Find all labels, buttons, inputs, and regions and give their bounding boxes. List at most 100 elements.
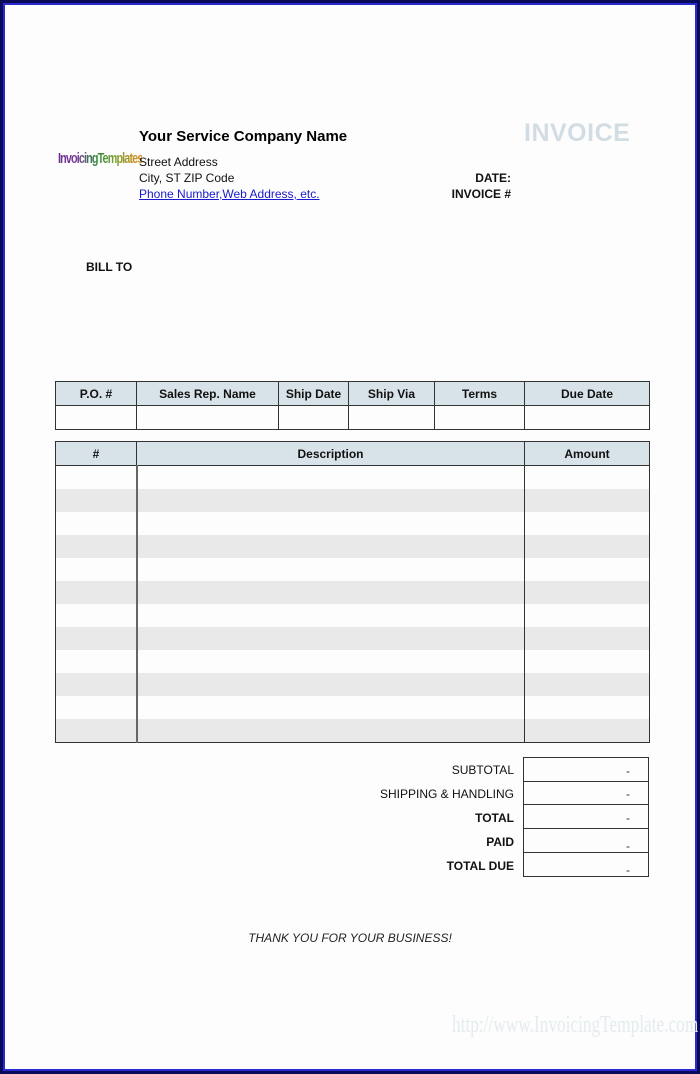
column-header-number: # bbox=[55, 441, 137, 466]
item-amount-cell[interactable] bbox=[524, 489, 650, 512]
total-row-total-due: TOTAL DUE - bbox=[330, 853, 649, 877]
order-header-row: P.O. # Sales Rep. Name Ship Date Ship Vi… bbox=[55, 381, 650, 406]
total-label: TOTAL DUE bbox=[446, 859, 514, 873]
table-row bbox=[55, 535, 650, 558]
total-row-shipping-handling: SHIPPING & HANDLING - bbox=[330, 781, 649, 805]
item-amount-cell[interactable] bbox=[524, 604, 650, 627]
total-value: - bbox=[626, 787, 630, 801]
thank-you-message: THANK YOU FOR YOUR BUSINESS! bbox=[248, 931, 452, 945]
column-header-amount: Amount bbox=[524, 441, 650, 466]
bill-to-value[interactable] bbox=[86, 280, 386, 360]
column-header-ship-date: Ship Date bbox=[278, 381, 349, 406]
company-logo: InvoicingTemplates bbox=[58, 150, 143, 167]
table-row bbox=[55, 650, 650, 673]
item-number-cell[interactable] bbox=[55, 465, 137, 489]
watermark: http://www.InvoicingTemplate.com bbox=[452, 1012, 699, 1038]
item-description-cell[interactable] bbox=[135, 581, 525, 604]
total-value-box[interactable]: - bbox=[523, 829, 649, 853]
table-row bbox=[55, 696, 650, 719]
table-row bbox=[55, 719, 650, 743]
item-amount-cell[interactable] bbox=[524, 696, 650, 719]
table-row bbox=[55, 512, 650, 535]
total-value: - bbox=[626, 839, 630, 853]
item-amount-cell[interactable] bbox=[524, 627, 650, 650]
item-number-cell[interactable] bbox=[55, 581, 137, 604]
item-description-cell[interactable] bbox=[135, 673, 525, 696]
sales-rep-cell[interactable] bbox=[136, 405, 279, 430]
po-cell[interactable] bbox=[55, 405, 137, 430]
document-title: INVOICE bbox=[524, 119, 631, 147]
item-amount-cell[interactable] bbox=[524, 512, 650, 535]
item-amount-cell[interactable] bbox=[524, 650, 650, 673]
item-description-cell[interactable] bbox=[135, 604, 525, 627]
item-description-cell[interactable] bbox=[135, 489, 525, 512]
item-number-cell[interactable] bbox=[55, 512, 137, 535]
item-amount-cell[interactable] bbox=[524, 719, 650, 743]
order-info-table: P.O. # Sales Rep. Name Ship Date Ship Vi… bbox=[55, 381, 650, 430]
item-description-cell[interactable] bbox=[135, 627, 525, 650]
company-name: Your Service Company Name bbox=[139, 128, 348, 145]
column-header-description: Description bbox=[136, 441, 525, 466]
total-label: TOTAL bbox=[475, 811, 514, 825]
column-header-sales-rep: Sales Rep. Name bbox=[136, 381, 279, 406]
total-label: PAID bbox=[486, 835, 514, 849]
column-header-ship-via: Ship Via bbox=[348, 381, 435, 406]
ship-date-cell[interactable] bbox=[278, 405, 349, 430]
total-label: SHIPPING & HANDLING bbox=[379, 787, 514, 801]
item-description-cell[interactable] bbox=[135, 650, 525, 673]
invoice-number-label: INVOICE # bbox=[451, 187, 511, 201]
item-number-cell[interactable] bbox=[55, 489, 137, 512]
table-row bbox=[55, 627, 650, 650]
item-amount-cell[interactable] bbox=[524, 535, 650, 558]
total-value: - bbox=[626, 811, 630, 825]
item-amount-cell[interactable] bbox=[524, 673, 650, 696]
total-value-box[interactable]: - bbox=[523, 853, 649, 877]
item-description-cell[interactable] bbox=[135, 719, 525, 743]
item-number-cell[interactable] bbox=[55, 719, 137, 743]
item-number-cell[interactable] bbox=[55, 627, 137, 650]
bill-to-label: BILL TO bbox=[86, 260, 133, 274]
company-contact: Phone Number,Web Address, etc. bbox=[139, 187, 320, 201]
total-row-total: TOTAL - bbox=[330, 805, 649, 829]
total-value-box[interactable]: - bbox=[523, 781, 649, 805]
column-header-terms: Terms bbox=[434, 381, 525, 406]
due-date-cell[interactable] bbox=[524, 405, 650, 430]
item-description-cell[interactable] bbox=[135, 558, 525, 581]
ship-via-cell[interactable] bbox=[348, 405, 435, 430]
company-contact-link[interactable]: Phone Number,Web Address, etc. bbox=[139, 187, 320, 201]
item-amount-cell[interactable] bbox=[524, 558, 650, 581]
item-number-cell[interactable] bbox=[55, 558, 137, 581]
line-items-table: # Description Amount bbox=[55, 441, 650, 743]
date-label: DATE: bbox=[475, 171, 511, 185]
table-row bbox=[55, 489, 650, 512]
item-description-cell[interactable] bbox=[135, 535, 525, 558]
item-number-cell[interactable] bbox=[55, 673, 137, 696]
total-row-paid: PAID - bbox=[330, 829, 649, 853]
item-number-cell[interactable] bbox=[55, 650, 137, 673]
total-label: SUBTOTAL bbox=[451, 763, 514, 777]
company-city: City, ST ZIP Code bbox=[139, 171, 235, 185]
table-row bbox=[55, 673, 650, 696]
order-values-row bbox=[55, 405, 650, 430]
company-street: Street Address bbox=[139, 155, 218, 169]
table-row bbox=[55, 581, 650, 604]
column-header-po: P.O. # bbox=[55, 381, 137, 406]
item-description-cell[interactable] bbox=[135, 512, 525, 535]
total-row-subtotal: SUBTOTAL - bbox=[330, 757, 649, 782]
total-value: - bbox=[626, 863, 630, 877]
item-description-cell[interactable] bbox=[135, 465, 525, 489]
total-value-box[interactable]: - bbox=[523, 805, 649, 829]
total-value: - bbox=[626, 764, 630, 778]
item-number-cell[interactable] bbox=[55, 604, 137, 627]
item-number-cell[interactable] bbox=[55, 535, 137, 558]
column-header-due-date: Due Date bbox=[524, 381, 650, 406]
total-value-box[interactable]: - bbox=[523, 757, 649, 782]
item-amount-cell[interactable] bbox=[524, 465, 650, 489]
table-row bbox=[55, 465, 650, 489]
table-row bbox=[55, 604, 650, 627]
table-row bbox=[55, 558, 650, 581]
terms-cell[interactable] bbox=[434, 405, 525, 430]
item-number-cell[interactable] bbox=[55, 696, 137, 719]
item-amount-cell[interactable] bbox=[524, 581, 650, 604]
item-description-cell[interactable] bbox=[135, 696, 525, 719]
